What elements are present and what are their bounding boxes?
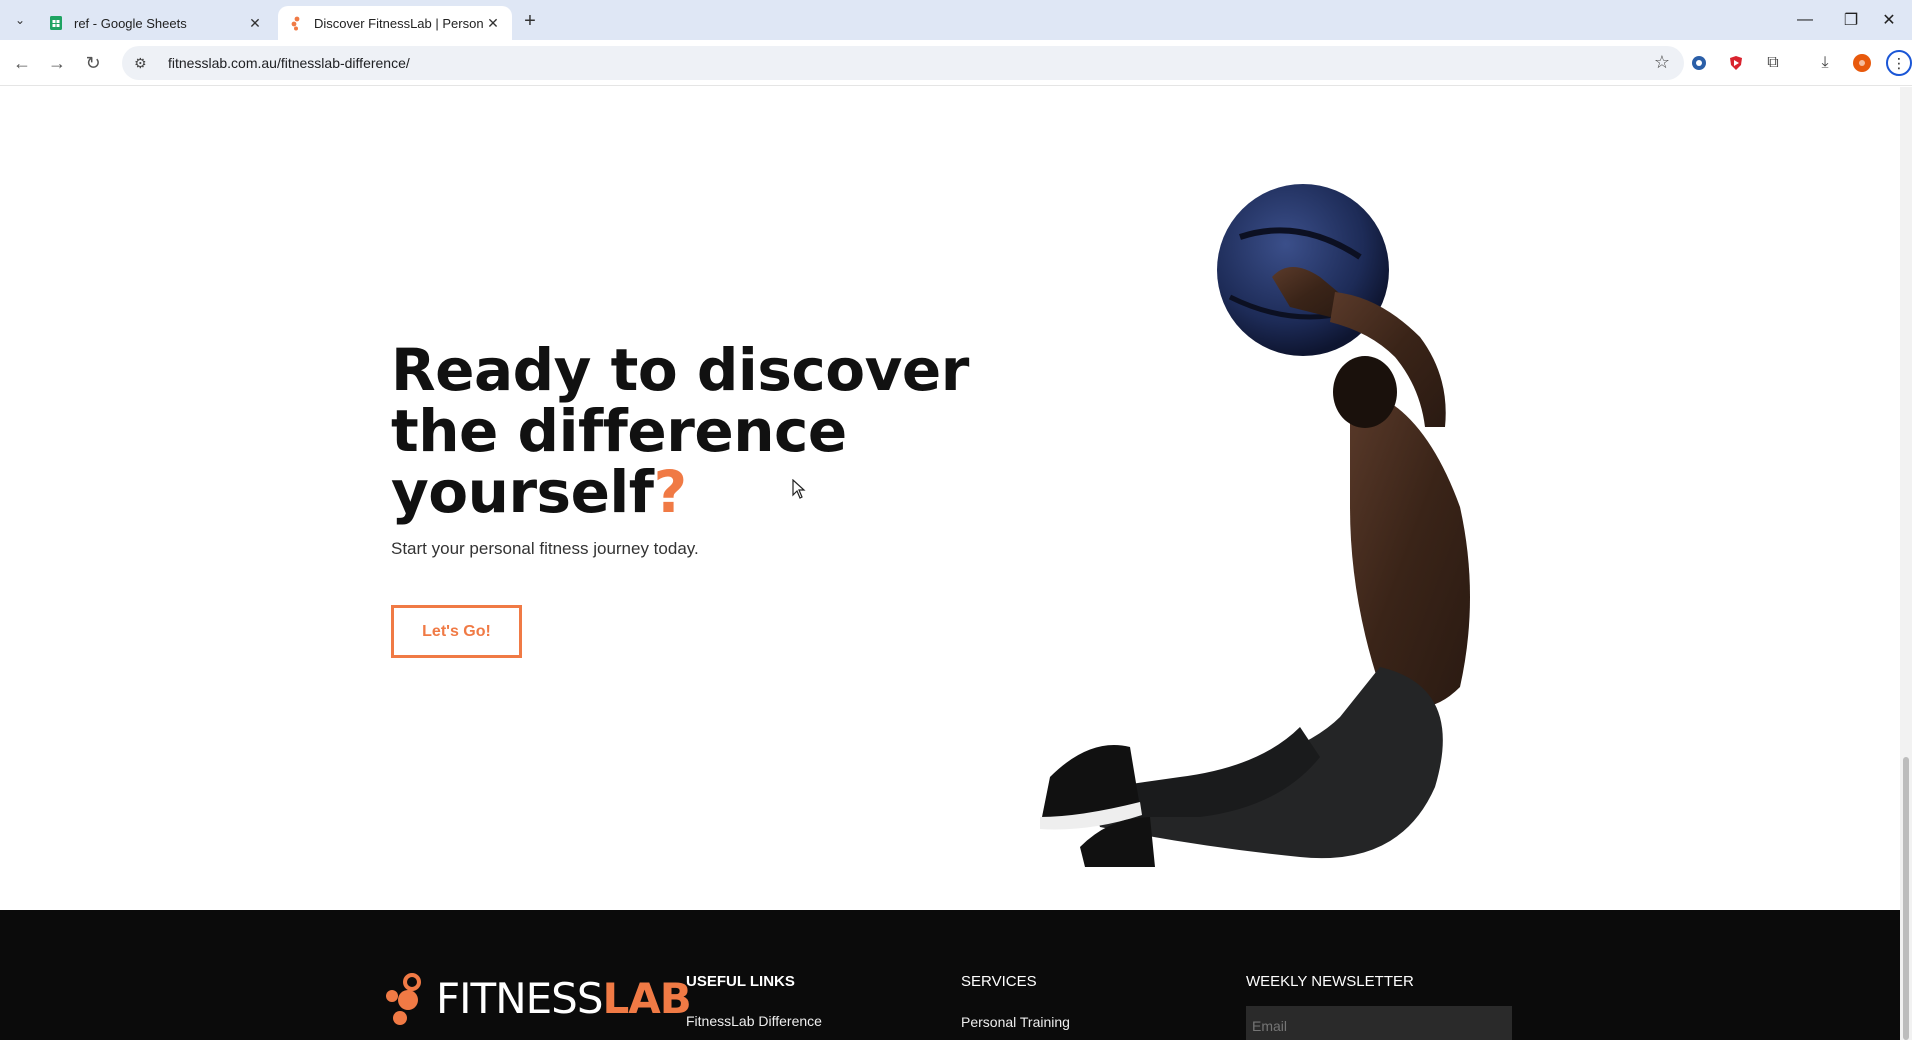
download-icon: ⤓ bbox=[1821, 54, 1829, 71]
site-settings-icon[interactable]: ⚙ bbox=[134, 55, 154, 72]
extension-button[interactable] bbox=[1688, 52, 1710, 74]
url-text: fitnesslab.com.au/fitnesslab-difference/ bbox=[168, 55, 410, 71]
tab-title: Discover FitnessLab | Personal T bbox=[314, 15, 484, 31]
footer-link-fitnesslab-difference[interactable]: FitnessLab Difference bbox=[686, 1013, 822, 1029]
puzzle-icon: ⧉ bbox=[1767, 54, 1779, 71]
browser-toolbar: ← → ↻ ⚙ fitnesslab.com.au/fitnesslab-dif… bbox=[0, 40, 1912, 86]
page-scrollbar[interactable] bbox=[1900, 87, 1912, 1040]
new-tab-button[interactable]: + bbox=[518, 9, 542, 33]
close-window-button[interactable]: ✕ bbox=[1866, 0, 1912, 40]
mouse-cursor-icon bbox=[792, 479, 806, 499]
close-tab-icon[interactable]: ✕ bbox=[246, 14, 264, 32]
scrollbar-thumb[interactable] bbox=[1903, 757, 1909, 1040]
services-heading: SERVICES bbox=[961, 973, 1037, 990]
lets-go-button[interactable]: Let's Go! bbox=[391, 605, 522, 658]
kebab-menu-icon: ⋮ bbox=[1892, 54, 1906, 71]
close-tab-icon[interactable]: ✕ bbox=[484, 14, 502, 32]
newsletter-email-input[interactable] bbox=[1246, 1006, 1512, 1040]
arrow-right-icon: → bbox=[48, 52, 66, 73]
site-footer: FITNESSLAB USEFUL LINKS FitnessLab Diffe… bbox=[0, 910, 1900, 1040]
tab-fitnesslab[interactable]: Discover FitnessLab | Personal T ✕ bbox=[278, 6, 512, 40]
logo-text-lab: LAB bbox=[602, 973, 691, 1023]
weekly-newsletter-heading: WEEKLY NEWSLETTER bbox=[1246, 973, 1414, 990]
tab-search-button[interactable]: ⌄ bbox=[8, 8, 32, 32]
tab-google-sheets[interactable]: ref - Google Sheets ✕ bbox=[38, 6, 274, 40]
logo-text-fitness: FITNESS bbox=[436, 973, 603, 1023]
extension-blue-icon bbox=[1692, 56, 1706, 70]
profile-avatar[interactable] bbox=[1851, 52, 1873, 74]
tab-title: ref - Google Sheets bbox=[74, 15, 187, 31]
back-button[interactable]: ← bbox=[8, 49, 36, 77]
chrome-menu-button[interactable]: ⋮ bbox=[1886, 50, 1912, 76]
address-bar[interactable]: ⚙ fitnesslab.com.au/fitnesslab-differenc… bbox=[122, 46, 1684, 80]
reload-button[interactable]: ↻ bbox=[79, 49, 107, 77]
athlete-jumping-with-medicine-ball-image bbox=[1040, 184, 1470, 867]
page-content: Ready to discover the difference yoursel… bbox=[0, 87, 1900, 1040]
headline-line: yourself bbox=[391, 458, 654, 526]
extensions-menu-button[interactable]: ⧉ bbox=[1762, 52, 1784, 74]
hero-subtext: Start your personal fitness journey toda… bbox=[391, 539, 699, 558]
fitnesslab-favicon-icon bbox=[291, 16, 300, 31]
minimize-button[interactable]: — bbox=[1782, 0, 1828, 40]
reload-icon: ↻ bbox=[85, 52, 101, 73]
plus-icon: + bbox=[524, 9, 536, 32]
headline-question-mark: ? bbox=[653, 458, 688, 526]
arrow-left-icon: ← bbox=[13, 52, 31, 73]
kettlebell-logo-icon bbox=[386, 973, 421, 1025]
useful-links-heading: USEFUL LINKS bbox=[686, 973, 795, 990]
extension-shield-icon bbox=[1730, 56, 1742, 70]
bookmark-star-icon[interactable]: ☆ bbox=[1654, 52, 1670, 73]
google-sheets-icon bbox=[50, 16, 62, 30]
logo-text: FITNESSLAB bbox=[436, 973, 692, 1023]
close-icon: ✕ bbox=[1882, 12, 1896, 29]
fitnesslab-logo[interactable]: FITNESSLAB bbox=[384, 970, 692, 1026]
tab-strip: ⌄ ref - Google Sheets ✕ Discover Fitness… bbox=[0, 0, 1912, 40]
chevron-down-icon: ⌄ bbox=[14, 13, 26, 27]
minimize-icon: — bbox=[1797, 11, 1813, 28]
headline-line: the difference bbox=[391, 397, 847, 465]
forward-button[interactable]: → bbox=[43, 49, 71, 77]
footer-link-personal-training[interactable]: Personal Training bbox=[961, 1014, 1070, 1030]
avatar-icon bbox=[1853, 54, 1871, 72]
extension-button[interactable] bbox=[1725, 52, 1747, 74]
restore-icon: ❐ bbox=[1843, 12, 1859, 29]
downloads-button[interactable]: ⤓ bbox=[1814, 52, 1836, 74]
